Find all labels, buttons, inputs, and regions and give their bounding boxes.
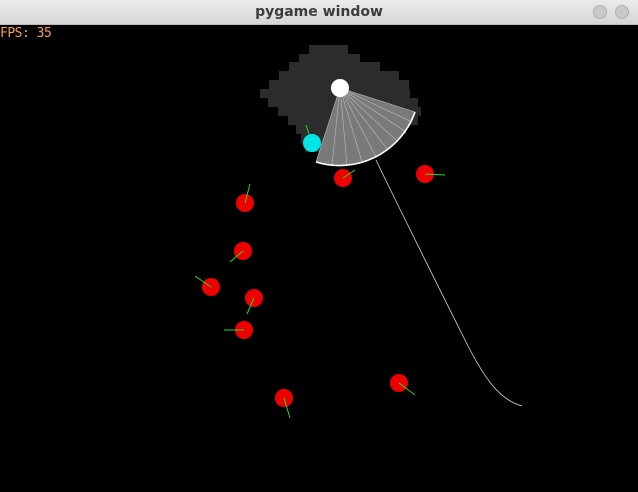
game-window: pygame window FPS: 35: [0, 0, 638, 492]
enemy: [334, 169, 356, 187]
enemy: [224, 321, 253, 339]
fps-counter: FPS: 35: [0, 26, 52, 41]
enemy: [275, 389, 293, 419]
target: [303, 134, 321, 152]
player: [331, 79, 349, 97]
game-scene: [194, 45, 523, 419]
enemy: [416, 165, 446, 183]
enemy: [194, 275, 220, 296]
enemy: [229, 242, 252, 263]
enemy: [390, 374, 416, 396]
enemy: [236, 183, 254, 212]
enemy: [245, 289, 263, 315]
path-trail: [375, 159, 523, 407]
